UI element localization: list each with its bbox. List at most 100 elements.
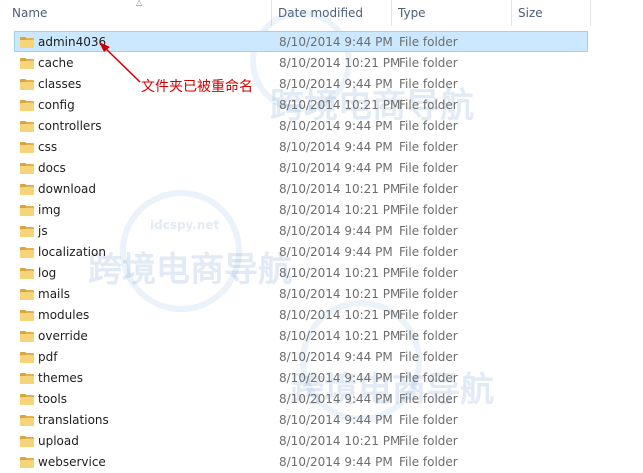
file-date: 8/10/2014 9:44 PM (279, 77, 393, 91)
file-date: 8/10/2014 10:21 PM (279, 329, 401, 343)
file-row-webservice[interactable]: webservice 8/10/2014 9:44 PM File folder (14, 451, 588, 472)
file-type: File folder (399, 182, 458, 196)
file-row-pdf[interactable]: pdf 8/10/2014 9:44 PM File folder (14, 346, 588, 367)
folder-icon (20, 352, 34, 363)
file-type: File folder (399, 98, 458, 112)
file-date: 8/10/2014 9:44 PM (279, 413, 393, 427)
file-date: 8/10/2014 9:44 PM (279, 140, 393, 154)
file-row-upload[interactable]: upload 8/10/2014 10:21 PM File folder (14, 430, 588, 451)
file-name: override (38, 329, 88, 343)
file-type: File folder (399, 392, 458, 406)
file-type: File folder (399, 119, 458, 133)
file-type: File folder (399, 203, 458, 217)
file-name: classes (38, 77, 82, 91)
column-header-name[interactable]: Name △ (0, 0, 272, 26)
file-date: 8/10/2014 10:21 PM (279, 434, 401, 448)
file-type: File folder (399, 434, 458, 448)
file-name: css (38, 140, 58, 154)
file-row-download[interactable]: download 8/10/2014 10:21 PM File folder (14, 178, 588, 199)
file-name: img (38, 203, 61, 217)
file-row-css[interactable]: css 8/10/2014 9:44 PM File folder (14, 136, 588, 157)
file-type: File folder (399, 245, 458, 259)
file-date: 8/10/2014 10:21 PM (279, 203, 401, 217)
file-date: 8/10/2014 9:44 PM (279, 350, 393, 364)
file-row-translations[interactable]: translations 8/10/2014 9:44 PM File fold… (14, 409, 588, 430)
folder-icon (20, 289, 34, 300)
file-date: 8/10/2014 9:44 PM (279, 161, 393, 175)
file-row-override[interactable]: override 8/10/2014 10:21 PM File folder (14, 325, 588, 346)
file-type: File folder (399, 35, 458, 49)
file-name: cache (38, 56, 74, 70)
file-date: 8/10/2014 10:21 PM (279, 287, 401, 301)
file-row-config[interactable]: config 8/10/2014 10:21 PM File folder (14, 94, 588, 115)
file-type: File folder (399, 371, 458, 385)
file-row-mails[interactable]: mails 8/10/2014 10:21 PM File folder (14, 283, 588, 304)
file-date: 8/10/2014 10:21 PM (279, 266, 401, 280)
file-type: File folder (399, 287, 458, 301)
file-type: File folder (399, 224, 458, 238)
folder-icon (20, 247, 34, 258)
file-name: admin4036 (38, 35, 107, 49)
file-date: 8/10/2014 10:21 PM (279, 308, 401, 322)
file-row-controllers[interactable]: controllers 8/10/2014 9:44 PM File folde… (14, 115, 588, 136)
file-date: 8/10/2014 9:44 PM (279, 245, 393, 259)
file-type: File folder (399, 77, 458, 91)
file-date: 8/10/2014 9:44 PM (279, 392, 393, 406)
file-date: 8/10/2014 10:21 PM (279, 98, 401, 112)
file-name: js (38, 224, 48, 238)
sort-ascending-icon: △ (136, 0, 143, 7)
folder-icon (20, 184, 34, 195)
folder-icon (20, 37, 34, 48)
file-row-docs[interactable]: docs 8/10/2014 9:44 PM File folder (14, 157, 588, 178)
file-row-js[interactable]: js 8/10/2014 9:44 PM File folder (14, 220, 588, 241)
file-name: download (38, 182, 97, 196)
file-date: 8/10/2014 9:44 PM (279, 224, 393, 238)
folder-icon (20, 79, 34, 90)
file-row-classes[interactable]: classes 8/10/2014 9:44 PM File folder (14, 73, 588, 94)
file-row-cache[interactable]: cache 8/10/2014 10:21 PM File folder (14, 52, 588, 73)
file-date: 8/10/2014 9:44 PM (279, 35, 393, 49)
column-header-type[interactable]: Type (392, 0, 512, 26)
file-date: 8/10/2014 9:44 PM (279, 371, 393, 385)
folder-icon (20, 205, 34, 216)
column-date-label: Date modified (278, 6, 364, 20)
file-name: log (38, 266, 57, 280)
file-type: File folder (399, 350, 458, 364)
folder-icon (20, 58, 34, 69)
folder-icon (20, 100, 34, 111)
folder-icon (20, 163, 34, 174)
folder-icon (20, 373, 34, 384)
file-row-modules[interactable]: modules 8/10/2014 10:21 PM File folder (14, 304, 588, 325)
folder-icon (20, 331, 34, 342)
file-date: 8/10/2014 10:21 PM (279, 182, 401, 196)
file-row-log[interactable]: log 8/10/2014 10:21 PM File folder (14, 262, 588, 283)
file-name: controllers (38, 119, 102, 133)
column-header-date[interactable]: Date modified (272, 0, 392, 26)
file-row-img[interactable]: img 8/10/2014 10:21 PM File folder (14, 199, 588, 220)
file-row-tools[interactable]: tools 8/10/2014 9:44 PM File folder (14, 388, 588, 409)
file-name: docs (38, 161, 66, 175)
folder-icon (20, 457, 34, 468)
folder-icon (20, 436, 34, 447)
folder-icon (20, 310, 34, 321)
file-row-themes[interactable]: themes 8/10/2014 9:44 PM File folder (14, 367, 588, 388)
file-name: webservice (38, 455, 106, 469)
folder-icon (20, 142, 34, 153)
file-name: pdf (38, 350, 58, 364)
folder-icon (20, 268, 34, 279)
file-date: 8/10/2014 9:44 PM (279, 119, 393, 133)
file-type: File folder (399, 413, 458, 427)
rename-annotation: 文件夹已被重命名 (141, 79, 253, 95)
file-row-localization[interactable]: localization 8/10/2014 9:44 PM File fold… (14, 241, 588, 262)
file-name: modules (38, 308, 90, 322)
column-size-label: Size (518, 6, 543, 20)
file-date: 8/10/2014 10:21 PM (279, 56, 401, 70)
file-name: tools (38, 392, 67, 406)
folder-icon (20, 415, 34, 426)
folder-icon (20, 121, 34, 132)
file-name: config (38, 98, 75, 112)
file-type: File folder (399, 455, 458, 469)
column-header-size[interactable]: Size (512, 0, 591, 26)
file-row-admin4036[interactable]: admin4036 8/10/2014 9:44 PM File folder (14, 31, 588, 52)
file-name: translations (38, 413, 109, 427)
